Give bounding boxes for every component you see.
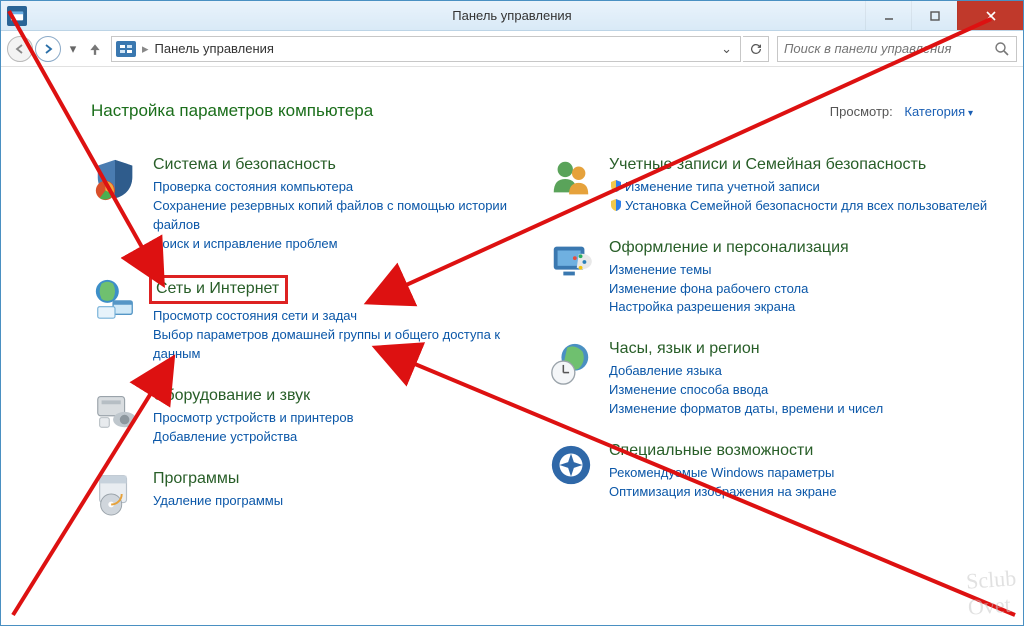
content-area: Настройка параметров компьютера Просмотр… — [1, 67, 1023, 625]
hardware-link-1[interactable]: Добавление устройства — [153, 428, 537, 447]
page-title: Настройка параметров компьютера — [91, 101, 373, 121]
category-appearance: Оформление и персонализация Изменение те… — [547, 238, 993, 318]
close-button[interactable] — [957, 1, 1023, 30]
search-box[interactable] — [777, 36, 1017, 62]
ease-icon — [547, 441, 595, 489]
system-menu-icon[interactable] — [7, 6, 27, 26]
search-input[interactable] — [784, 41, 994, 56]
address-path: ▸ Панель управления — [142, 41, 274, 57]
users-link-1[interactable]: Установка Семейной безопасности для всех… — [609, 197, 993, 216]
clock-icon — [547, 339, 595, 387]
window-buttons — [865, 1, 1023, 30]
chevron-right-icon: ▸ — [142, 41, 149, 57]
shield-icon — [609, 179, 623, 193]
right-column: Учетные записи и Семейная безопасность И… — [547, 155, 993, 517]
maximize-button[interactable] — [911, 1, 957, 30]
address-icon — [116, 41, 136, 57]
category-clock: Часы, язык и регион Добавление языка Изм… — [547, 339, 993, 419]
hardware-title[interactable]: Оборудование и звук — [153, 386, 310, 406]
titlebar: Панель управления — [1, 1, 1023, 31]
hardware-link-0[interactable]: Просмотр устройств и принтеров — [153, 409, 537, 428]
categories-grid: Система и безопасность Проверка состояни… — [91, 155, 993, 517]
users-title[interactable]: Учетные записи и Семейная безопасность — [609, 155, 926, 175]
system-link-2[interactable]: Поиск и исправление проблем — [153, 235, 537, 254]
address-bar[interactable]: ▸ Панель управления ⌄ — [111, 36, 741, 62]
recent-dropdown-icon[interactable]: ▾ — [63, 36, 83, 62]
viewby-label: Просмотр: — [830, 104, 893, 119]
search-icon[interactable] — [994, 41, 1010, 57]
users-icon — [547, 155, 595, 203]
category-network: Сеть и Интернет Просмотр состояния сети … — [91, 275, 537, 364]
category-ease: Специальные возможности Рекомендуемые Wi… — [547, 441, 993, 502]
navbar: ▾ ▸ Панель управления ⌄ — [1, 31, 1023, 67]
clock-link-1[interactable]: Изменение способа ввода — [609, 381, 993, 400]
shield-icon — [609, 198, 623, 212]
appearance-icon — [547, 238, 595, 286]
ease-link-0[interactable]: Рекомендуемые Windows параметры — [609, 464, 993, 483]
heading-row: Настройка параметров компьютера Просмотр… — [91, 101, 993, 121]
clock-link-2[interactable]: Изменение форматов даты, времени и чисел — [609, 400, 993, 419]
clock-title[interactable]: Часы, язык и регион — [609, 339, 760, 359]
system-link-1[interactable]: Сохранение резервных копий файлов с помо… — [153, 197, 537, 235]
system-link-0[interactable]: Проверка состояния компьютера — [153, 178, 537, 197]
users-link-0[interactable]: Изменение типа учетной записи — [609, 178, 993, 197]
category-users: Учетные записи и Семейная безопасность И… — [547, 155, 993, 216]
hardware-icon — [91, 386, 139, 434]
category-hardware: Оборудование и звук Просмотр устройств и… — [91, 386, 537, 447]
address-path-text: Панель управления — [155, 41, 274, 56]
network-title[interactable]: Сеть и Интернет — [149, 275, 288, 304]
network-link-1[interactable]: Выбор параметров домашней группы и общег… — [153, 326, 537, 364]
up-button[interactable] — [85, 36, 105, 62]
appearance-link-0[interactable]: Изменение темы — [609, 261, 993, 280]
view-by: Просмотр: Категория — [830, 104, 973, 119]
network-link-0[interactable]: Просмотр состояния сети и задач — [153, 307, 537, 326]
forward-button[interactable] — [35, 36, 61, 62]
users-link-1-text: Установка Семейной безопасности для всех… — [625, 198, 987, 213]
left-column: Система и безопасность Проверка состояни… — [91, 155, 537, 517]
programs-title[interactable]: Программы — [153, 469, 239, 489]
category-programs: Программы Удаление программы — [91, 469, 537, 517]
back-button[interactable] — [7, 36, 33, 62]
viewby-dropdown[interactable]: Категория — [904, 104, 973, 119]
network-icon — [91, 275, 139, 323]
address-dropdown-icon[interactable]: ⌄ — [717, 41, 736, 57]
refresh-button[interactable] — [743, 36, 769, 62]
ease-title[interactable]: Специальные возможности — [609, 441, 813, 461]
programs-link-0[interactable]: Удаление программы — [153, 492, 537, 511]
appearance-link-1[interactable]: Изменение фона рабочего стола — [609, 280, 993, 299]
category-system: Система и безопасность Проверка состояни… — [91, 155, 537, 253]
control-panel-window: Панель управления ▾ ▸ Панель управления … — [0, 0, 1024, 626]
minimize-button[interactable] — [865, 1, 911, 30]
programs-icon — [91, 469, 139, 517]
appearance-link-2[interactable]: Настройка разрешения экрана — [609, 298, 993, 317]
users-link-0-text: Изменение типа учетной записи — [625, 179, 820, 194]
ease-link-1[interactable]: Оптимизация изображения на экране — [609, 483, 993, 502]
system-icon — [91, 155, 139, 203]
appearance-title[interactable]: Оформление и персонализация — [609, 238, 849, 258]
watermark: SclubOvet — [965, 565, 1019, 620]
system-title[interactable]: Система и безопасность — [153, 155, 336, 175]
clock-link-0[interactable]: Добавление языка — [609, 362, 993, 381]
